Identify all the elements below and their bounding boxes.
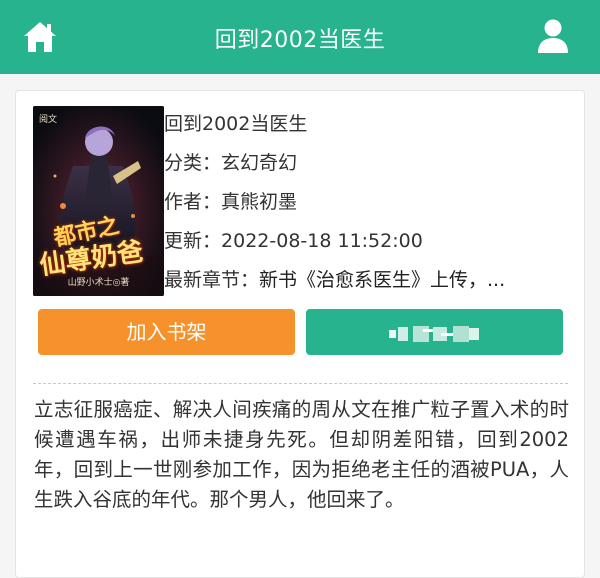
updated-value: 2022-08-18 11:52:00 xyxy=(221,230,423,252)
author-label: 作者： xyxy=(164,191,222,213)
page-title: 回到2002当医生 xyxy=(214,28,386,53)
start-reading-button[interactable] xyxy=(306,309,563,355)
book-card: 阅文 都市之 仙尊奶爸 山野小术士◎著 回到2002当医生 分类：玄幻奇幻 作者… xyxy=(15,90,585,578)
cover-publisher: 阅文 xyxy=(39,115,58,125)
author-value[interactable]: 真熊初墨 xyxy=(221,191,297,213)
category-label: 分类： xyxy=(164,152,222,174)
top-bar: 回到2002当医生 xyxy=(0,0,600,74)
category-value[interactable]: 玄幻奇幻 xyxy=(221,152,297,174)
book-author: 作者：真熊初墨 xyxy=(164,189,579,215)
book-updated: 更新：2022-08-18 11:52:00 xyxy=(164,228,579,254)
cover-author: 山野小术士◎著 xyxy=(67,278,130,288)
book-title[interactable]: 回到2002当医生 xyxy=(164,111,579,137)
latest-chapter-link[interactable]: 新书《治愈系医生》上传，... xyxy=(259,269,505,291)
divider xyxy=(33,383,568,384)
latest-chapter: 最新章节：新书《治愈系医生》上传，... xyxy=(164,267,579,293)
user-icon[interactable] xyxy=(536,18,570,54)
latest-label: 最新章节： xyxy=(164,269,260,291)
book-description: 立志征服癌症、解决人间疾痛的周从文在推广粒子置入术的时候遭遇车祸，出师未捷身先死… xyxy=(34,398,569,511)
add-to-shelf-button[interactable]: 加入书架 xyxy=(38,309,295,355)
updated-label: 更新： xyxy=(164,230,222,252)
blurred-label xyxy=(388,325,479,342)
book-cover[interactable]: 阅文 都市之 仙尊奶爸 山野小术士◎著 xyxy=(33,106,164,296)
book-category: 分类：玄幻奇幻 xyxy=(164,150,579,176)
